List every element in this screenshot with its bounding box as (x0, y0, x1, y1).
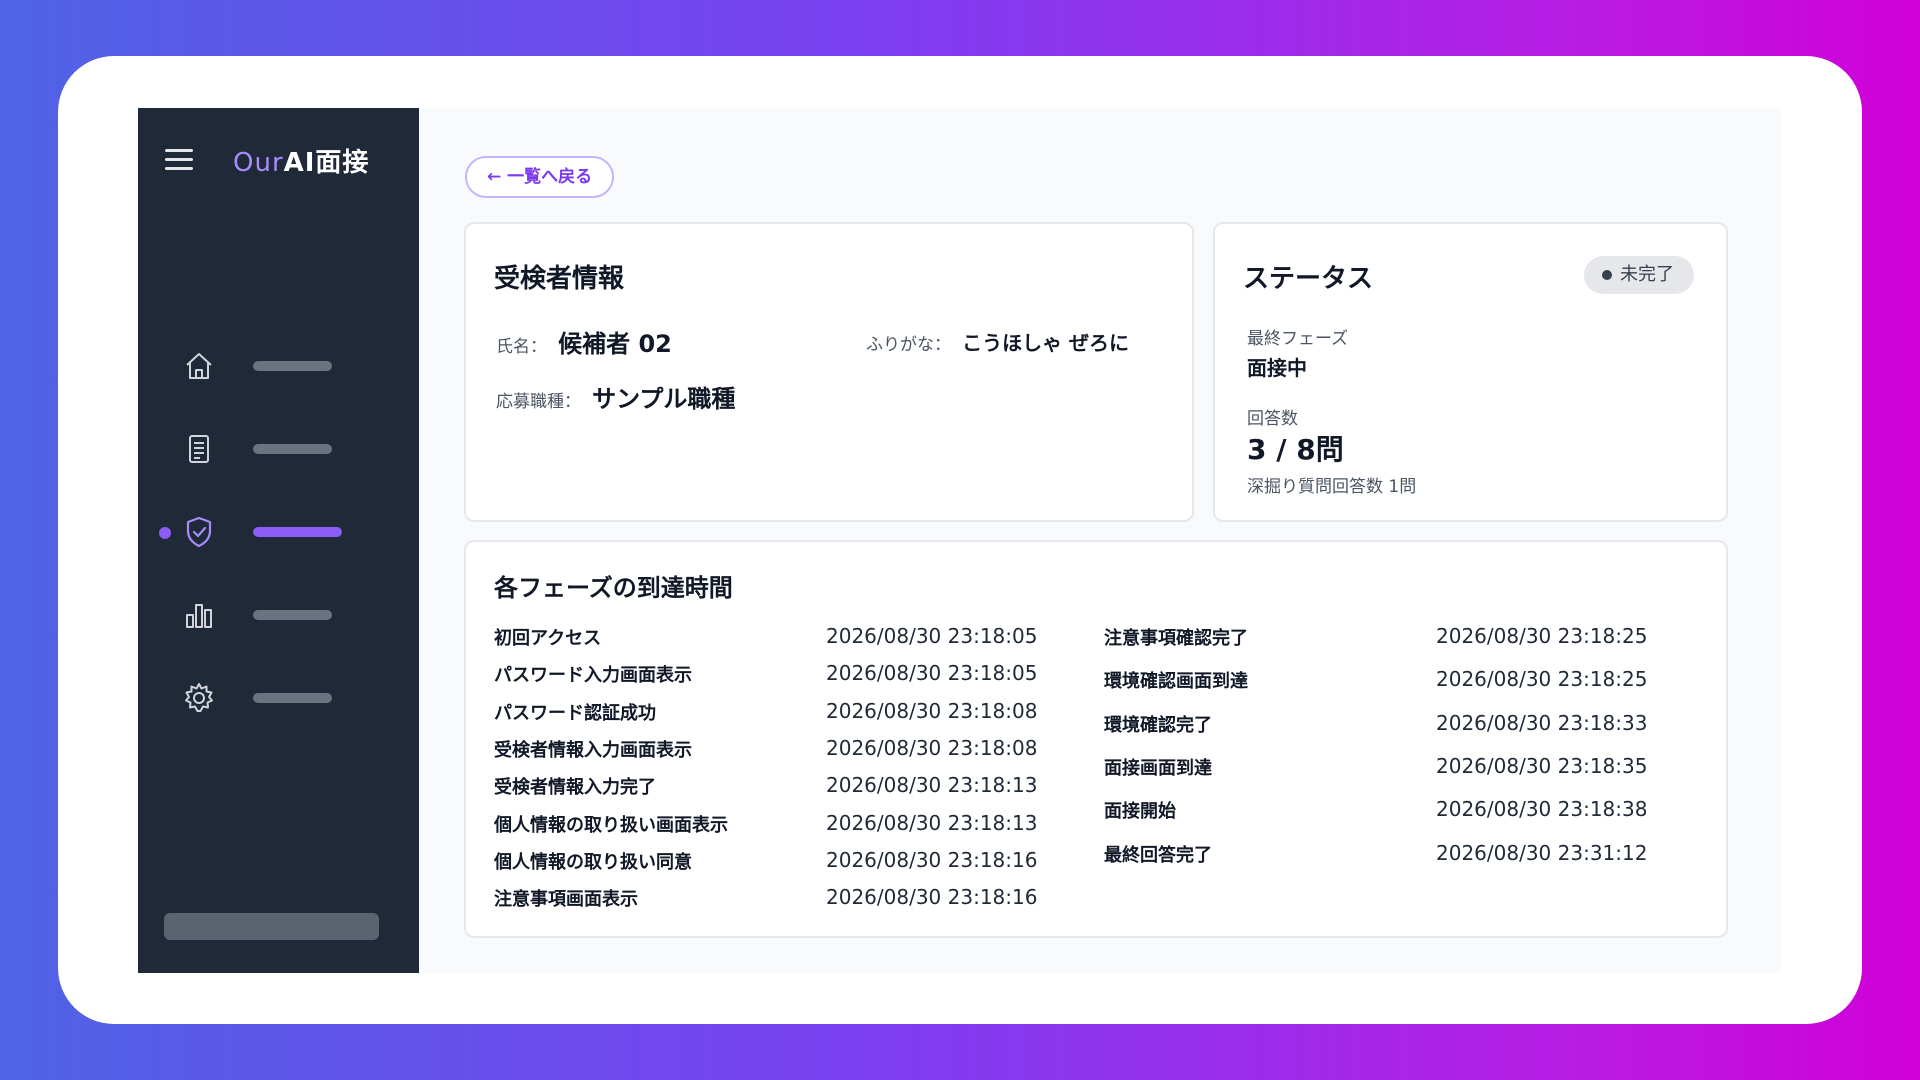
sidebar-item-security[interactable] (138, 507, 419, 557)
phase-name: パスワード認証成功 (494, 702, 656, 724)
phase-row: 最終回答完了 2026/08/30 23:31:12 (1104, 841, 1647, 867)
job-value: サンプル職種 (592, 385, 736, 413)
candidate-info-title: 受検者情報 (494, 264, 625, 294)
phase-row: 環境確認完了 2026/08/30 23:18:33 (1104, 711, 1647, 737)
phase-row: 環境確認画面到達 2026/08/30 23:18:25 (1104, 667, 1647, 693)
phase-time: 2026/08/30 23:18:16 (826, 847, 1038, 872)
phase-name: 面接画面到達 (1104, 757, 1212, 779)
sidebar-item-label-placeholder (253, 693, 332, 703)
phases-title: 各フェーズの到達時間 (494, 574, 733, 602)
phases-card: 各フェーズの到達時間 初回アクセス 2026/08/30 23:18:05 パスワー… (464, 540, 1728, 938)
phase-name: 注意事項画面表示 (494, 889, 638, 911)
furigana-value: こうほしゃ ぜろに (962, 331, 1130, 355)
candidate-info-card: 受検者情報 氏名： 候補者 02 ふりがな： こうほしゃ ぜろに 応募職種： サ… (464, 222, 1194, 522)
logo-prefix: Our (233, 148, 284, 178)
window-frame: OurAI面接 ← 一覧へ戻る 受検者情報 氏名： 候補者 02 ふりがな： こ… (58, 56, 1862, 1024)
phase-name: 受検者情報入力画面表示 (494, 739, 692, 761)
phase-row: 個人情報の取り扱い同意 2026/08/30 23:18:16 (494, 848, 1037, 874)
sidebar-item-label-placeholder (253, 527, 342, 537)
phase-row: 注意事項画面表示 2026/08/30 23:18:16 (494, 885, 1037, 911)
status-badge: 未完了 (1584, 256, 1694, 294)
final-phase-value: 面接中 (1247, 356, 1307, 380)
furigana-field: ふりがな： こうほしゃ ぜろに (866, 327, 1129, 356)
phase-row: 個人情報の取り扱い画面表示 2026/08/30 23:18:13 (494, 811, 1037, 837)
phase-name: パスワード入力画面表示 (494, 665, 692, 687)
furigana-label: ふりがな： (866, 335, 951, 355)
phase-row: 面接開始 2026/08/30 23:18:38 (1104, 797, 1647, 823)
phase-name: 初回アクセス (494, 628, 602, 649)
shield-check-icon (186, 516, 212, 548)
hamburger-menu-icon[interactable] (165, 149, 193, 171)
phase-name: 環境確認画面到達 (1104, 671, 1248, 693)
phase-name: 環境確認完了 (1104, 714, 1212, 736)
status-title: ステータス (1243, 264, 1374, 294)
phase-row: 受検者情報入力完了 2026/08/30 23:18:13 (494, 773, 1037, 799)
sidebar: OurAI面接 (138, 108, 419, 973)
document-icon (189, 435, 209, 463)
app-logo: OurAI面接 (233, 142, 369, 179)
answers-value: 3 / 8問 (1247, 433, 1344, 466)
sidebar-item-label-placeholder (253, 361, 332, 371)
phase-name: 個人情報の取り扱い画面表示 (494, 814, 728, 836)
app-container: OurAI面接 ← 一覧へ戻る 受検者情報 氏名： 候補者 02 ふりがな： こ… (138, 108, 1781, 973)
bar-chart-icon (186, 604, 212, 628)
job-field: 応募職種： サンプル職種 (496, 379, 735, 414)
phase-time: 2026/08/30 23:18:25 (1436, 624, 1648, 648)
phase-name: 受検者情報入力完了 (494, 777, 656, 799)
sidebar-item-home[interactable] (138, 341, 419, 391)
phase-row: 受検者情報入力画面表示 2026/08/30 23:18:08 (494, 736, 1037, 762)
phase-row: 注意事項確認完了 2026/08/30 23:18:25 (1104, 624, 1647, 650)
phase-row: パスワード認証成功 2026/08/30 23:18:08 (494, 699, 1037, 725)
phase-name: 最終回答完了 (1104, 844, 1212, 866)
name-label: 氏名： (496, 337, 547, 357)
phase-row: パスワード入力画面表示 2026/08/30 23:18:05 (494, 661, 1037, 687)
sidebar-item-documents[interactable] (138, 424, 419, 474)
name-value: 候補者 02 (558, 330, 672, 358)
phase-name: 注意事項確認完了 (1104, 628, 1248, 649)
sidebar-item-label-placeholder (253, 444, 332, 454)
gear-icon (185, 683, 213, 712)
phase-time: 2026/08/30 23:18:05 (826, 624, 1038, 648)
phase-time: 2026/08/30 23:18:05 (826, 661, 1038, 686)
phase-name: 個人情報の取り扱い同意 (494, 851, 692, 873)
phase-time: 2026/08/30 23:18:25 (1436, 667, 1648, 692)
phase-time: 2026/08/30 23:18:38 (1436, 797, 1648, 822)
logo-main: AI面接 (283, 148, 370, 178)
active-indicator-dot (159, 527, 171, 539)
home-icon (186, 353, 212, 379)
phase-time: 2026/08/30 23:18:13 (826, 773, 1038, 798)
sidebar-footer-placeholder (164, 913, 379, 940)
phase-time: 2026/08/30 23:18:16 (826, 885, 1038, 910)
phase-time: 2026/08/30 23:18:33 (1436, 710, 1648, 735)
phase-time: 2026/08/30 23:18:08 (826, 698, 1038, 723)
phase-row: 面接画面到達 2026/08/30 23:18:35 (1104, 754, 1647, 780)
phase-time: 2026/08/30 23:18:13 (826, 810, 1038, 835)
deep-dive-answers: 深掘り質問回答数 1問 (1247, 477, 1417, 497)
phase-name: 面接開始 (1104, 801, 1176, 823)
job-label: 応募職種： (496, 392, 581, 412)
main-content: ← 一覧へ戻る 受検者情報 氏名： 候補者 02 ふりがな： こうほしゃ ぜろに… (419, 108, 1781, 973)
sidebar-item-settings[interactable] (138, 673, 419, 723)
sidebar-item-label-placeholder (253, 610, 332, 620)
phase-time: 2026/08/30 23:31:12 (1436, 840, 1648, 865)
phase-row: 初回アクセス 2026/08/30 23:18:05 (494, 624, 1037, 650)
phase-time: 2026/08/30 23:18:35 (1436, 753, 1648, 778)
answers-label: 回答数 (1247, 409, 1298, 429)
sidebar-item-analytics[interactable] (138, 590, 419, 640)
status-card: ステータス 未完了 最終フェーズ 面接中 回答数 3 / 8問 深掘り質問回答数… (1213, 222, 1728, 522)
name-field: 氏名： 候補者 02 (496, 324, 672, 359)
phase-time: 2026/08/30 23:18:08 (826, 735, 1038, 760)
back-to-list-button[interactable]: ← 一覧へ戻る (465, 156, 615, 198)
final-phase-label: 最終フェーズ (1247, 329, 1349, 349)
